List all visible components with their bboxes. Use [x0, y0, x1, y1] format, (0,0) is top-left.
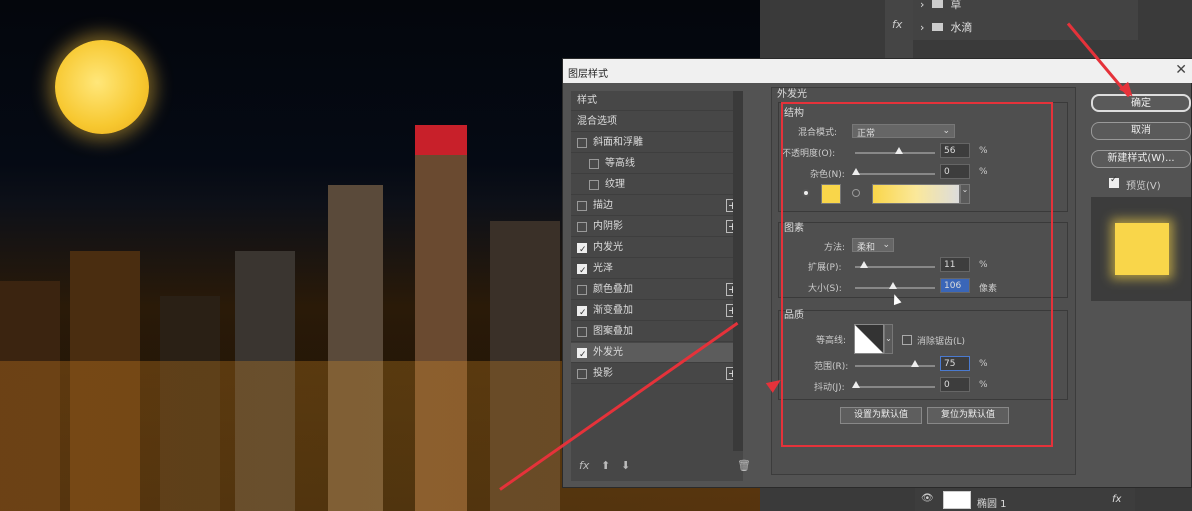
style-item-label: 等高线 — [605, 158, 635, 169]
style-item-label: 混合选项 — [577, 116, 617, 127]
style-item-label: 外发光 — [593, 347, 623, 358]
layer-name: 草 — [950, 0, 962, 11]
chevron-right-icon: › — [920, 21, 925, 34]
style-item-label: 光泽 — [593, 263, 613, 274]
fx-icon: fx — [1112, 494, 1122, 505]
moon-shape — [55, 40, 149, 134]
fx-icon[interactable]: fx — [892, 18, 902, 31]
style-checkbox[interactable] — [577, 222, 587, 232]
eye-icon[interactable]: 👁 — [921, 493, 934, 504]
style-item[interactable]: 内阴影+ — [571, 217, 743, 237]
trash-icon[interactable]: 🗑 — [737, 459, 751, 472]
style-item[interactable]: 渐变叠加+ — [571, 301, 743, 323]
scrollbar[interactable] — [733, 91, 743, 451]
dialog-title: 图层样式 — [568, 69, 608, 80]
layer-name: 椭圆 1 — [977, 499, 1007, 510]
building-top — [415, 125, 467, 155]
preview-swatch — [1115, 223, 1169, 275]
folder-icon — [931, 0, 943, 8]
new-style-button[interactable]: 新建样式(W)... — [1091, 150, 1191, 168]
layer-group-grass[interactable]: › 草 — [920, 0, 961, 12]
style-item-label: 渐变叠加 — [593, 305, 633, 316]
screen: fx › 草 › 水滴 👁 椭圆 1 fx 图层样式 ✕ 样式混合选项斜面和浮雕… — [0, 0, 1192, 511]
cancel-button[interactable]: 取消 — [1091, 122, 1191, 140]
preview-box — [1091, 197, 1191, 301]
style-item[interactable]: 等高线 — [571, 154, 743, 174]
arrow-up-icon[interactable]: ⬆ — [601, 459, 610, 472]
fx-icon[interactable]: fx — [579, 459, 589, 472]
dialog-titlebar[interactable]: 图层样式 ✕ — [563, 59, 1192, 83]
style-checkbox[interactable] — [577, 327, 587, 337]
style-checkbox[interactable] — [589, 180, 599, 190]
panel-title: 外发光 — [777, 89, 807, 100]
style-checkbox[interactable] — [577, 285, 587, 295]
arrow-down-icon[interactable]: ⬇ — [621, 459, 630, 472]
style-item-label: 内阴影 — [593, 221, 623, 232]
close-icon[interactable]: ✕ — [1175, 62, 1187, 78]
style-checkbox[interactable] — [577, 240, 587, 260]
style-item[interactable]: 外发光 — [571, 343, 743, 365]
style-item-label: 纹理 — [605, 179, 625, 190]
style-checkbox[interactable] — [577, 345, 587, 365]
style-checkbox[interactable] — [589, 159, 599, 169]
layer-name: 水滴 — [950, 21, 973, 34]
preview-label: 预览(V) — [1126, 181, 1161, 192]
style-item[interactable]: 样式 — [571, 91, 743, 111]
style-item[interactable]: 颜色叠加+ — [571, 280, 743, 300]
layer-group-waterdrop[interactable]: › 水滴 — [920, 19, 972, 35]
style-checkbox[interactable] — [577, 369, 587, 379]
style-checkbox[interactable] — [577, 201, 587, 211]
style-item[interactable]: 斜面和浮雕 — [571, 133, 743, 153]
style-item[interactable]: 光泽 — [571, 259, 743, 281]
style-item-label: 样式 — [577, 95, 597, 106]
style-item-label: 颜色叠加 — [593, 284, 633, 295]
highlight-frame — [781, 102, 1053, 447]
layer-thumbnail — [943, 491, 971, 509]
panel-toolbar: fx — [885, 0, 913, 60]
style-checkbox[interactable] — [577, 303, 587, 323]
folder-icon — [931, 23, 943, 31]
style-item[interactable]: 纹理 — [571, 175, 743, 195]
style-item-label: 内发光 — [593, 242, 623, 253]
style-checkbox[interactable] — [577, 261, 587, 281]
chevron-right-icon: › — [920, 0, 925, 11]
layer-row-ellipse[interactable]: 👁 椭圆 1 fx — [915, 487, 1135, 511]
style-item[interactable]: 内发光 — [571, 238, 743, 260]
style-item-label: 描边 — [593, 200, 613, 211]
style-list-footer: fx ⬆ ⬇ 🗑 — [577, 459, 751, 475]
style-item[interactable]: 混合选项 — [571, 112, 743, 132]
style-item-label: 投影 — [593, 368, 613, 379]
style-item[interactable]: 描边+ — [571, 196, 743, 216]
style-item-label: 斜面和浮雕 — [593, 137, 643, 148]
preview-checkbox[interactable]: ✓ — [1109, 175, 1119, 188]
style-checkbox[interactable] — [577, 138, 587, 148]
style-item-label: 图案叠加 — [593, 326, 633, 337]
ok-button[interactable]: 确定 — [1091, 94, 1191, 112]
